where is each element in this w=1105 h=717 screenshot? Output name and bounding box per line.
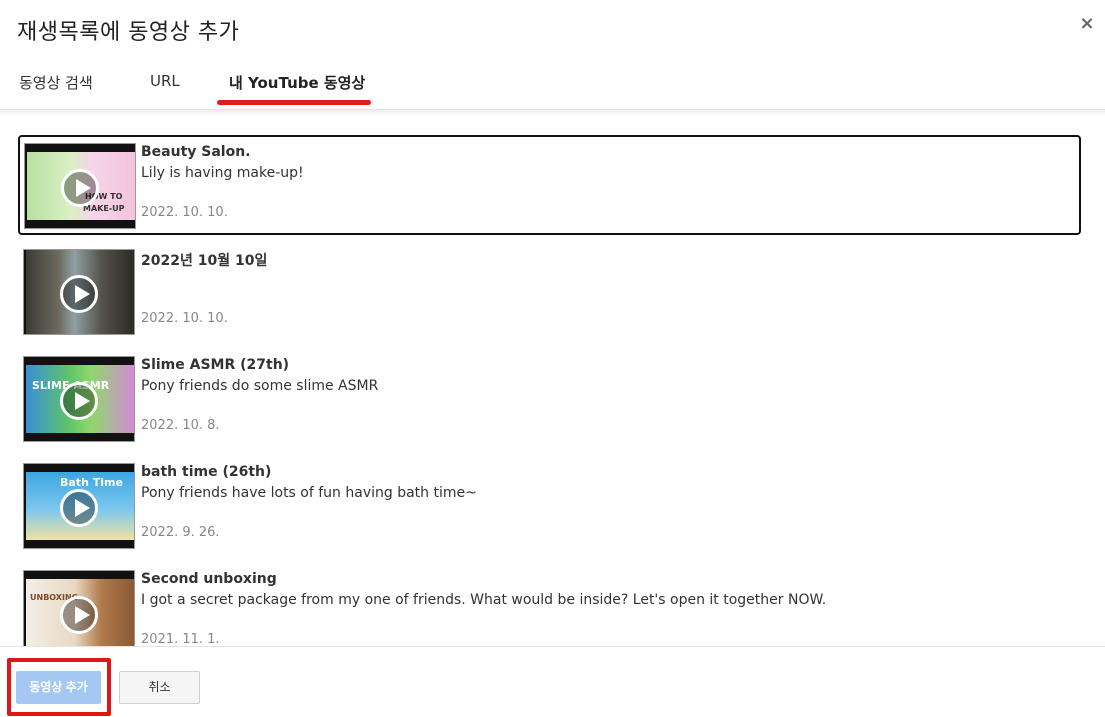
video-title: bath time (26th) xyxy=(141,464,272,480)
video-thumbnail: HOW TO MAKE-UP xyxy=(24,143,136,229)
cancel-button[interactable]: 취소 xyxy=(119,671,200,704)
video-list-item[interactable]: 2022년 10월 10일 2022. 10. 10. xyxy=(18,242,1081,342)
play-icon xyxy=(60,382,98,420)
tab-url[interactable]: URL xyxy=(150,72,180,90)
active-tab-underline xyxy=(217,100,371,105)
video-list-item[interactable]: UNBOXING Second unboxing I got a secret … xyxy=(18,563,1081,646)
video-description: Lily is having make-up! xyxy=(141,165,304,181)
video-thumbnail: SLIME ASMR xyxy=(23,356,135,442)
video-description: I got a secret package from my one of fr… xyxy=(141,592,827,608)
video-description: Pony friends do some slime ASMR xyxy=(141,378,379,394)
video-title: Beauty Salon. xyxy=(141,144,251,160)
play-icon xyxy=(61,169,99,207)
video-list-item[interactable]: HOW TO MAKE-UP Beauty Salon. Lily is hav… xyxy=(18,135,1081,235)
video-date: 2021. 11. 1. xyxy=(141,632,220,646)
add-video-button[interactable]: 동영상 추가 xyxy=(16,671,101,704)
video-date: 2022. 9. 26. xyxy=(141,525,220,540)
video-list-item[interactable]: Bath Time bath time (26th) Pony friends … xyxy=(18,456,1081,556)
video-thumbnail xyxy=(23,249,135,335)
dialog-footer: 동영상 추가 취소 xyxy=(0,646,1105,717)
tab-video-search[interactable]: 동영상 검색 xyxy=(19,72,93,93)
play-icon xyxy=(60,596,98,634)
video-thumbnail: UNBOXING xyxy=(23,570,135,646)
video-title: Slime ASMR (27th) xyxy=(141,357,290,373)
video-thumbnail: Bath Time xyxy=(23,463,135,549)
add-video-to-playlist-dialog: 재생목록에 동영상 추가 × 동영상 검색 URL 내 YouTube 동영상 … xyxy=(0,0,1105,717)
video-title: 2022년 10월 10일 xyxy=(141,253,268,269)
video-date: 2022. 10. 8. xyxy=(141,418,220,433)
close-icon[interactable]: × xyxy=(1079,15,1095,33)
video-date: 2022. 10. 10. xyxy=(141,311,228,326)
tab-bar-shadow xyxy=(0,110,1105,116)
tab-bar: 동영상 검색 URL 내 YouTube 동영상 xyxy=(0,60,1105,110)
video-title: Second unboxing xyxy=(141,571,277,587)
play-icon xyxy=(60,489,98,527)
tab-my-youtube-videos[interactable]: 내 YouTube 동영상 xyxy=(229,72,365,93)
play-icon xyxy=(60,275,98,313)
video-date: 2022. 10. 10. xyxy=(141,205,228,220)
video-list[interactable]: HOW TO MAKE-UP Beauty Salon. Lily is hav… xyxy=(0,118,1105,646)
video-description: Pony friends have lots of fun having bat… xyxy=(141,485,477,501)
video-list-item[interactable]: SLIME ASMR Slime ASMR (27th) Pony friend… xyxy=(18,349,1081,449)
dialog-title: 재생목록에 동영상 추가 xyxy=(17,20,240,45)
